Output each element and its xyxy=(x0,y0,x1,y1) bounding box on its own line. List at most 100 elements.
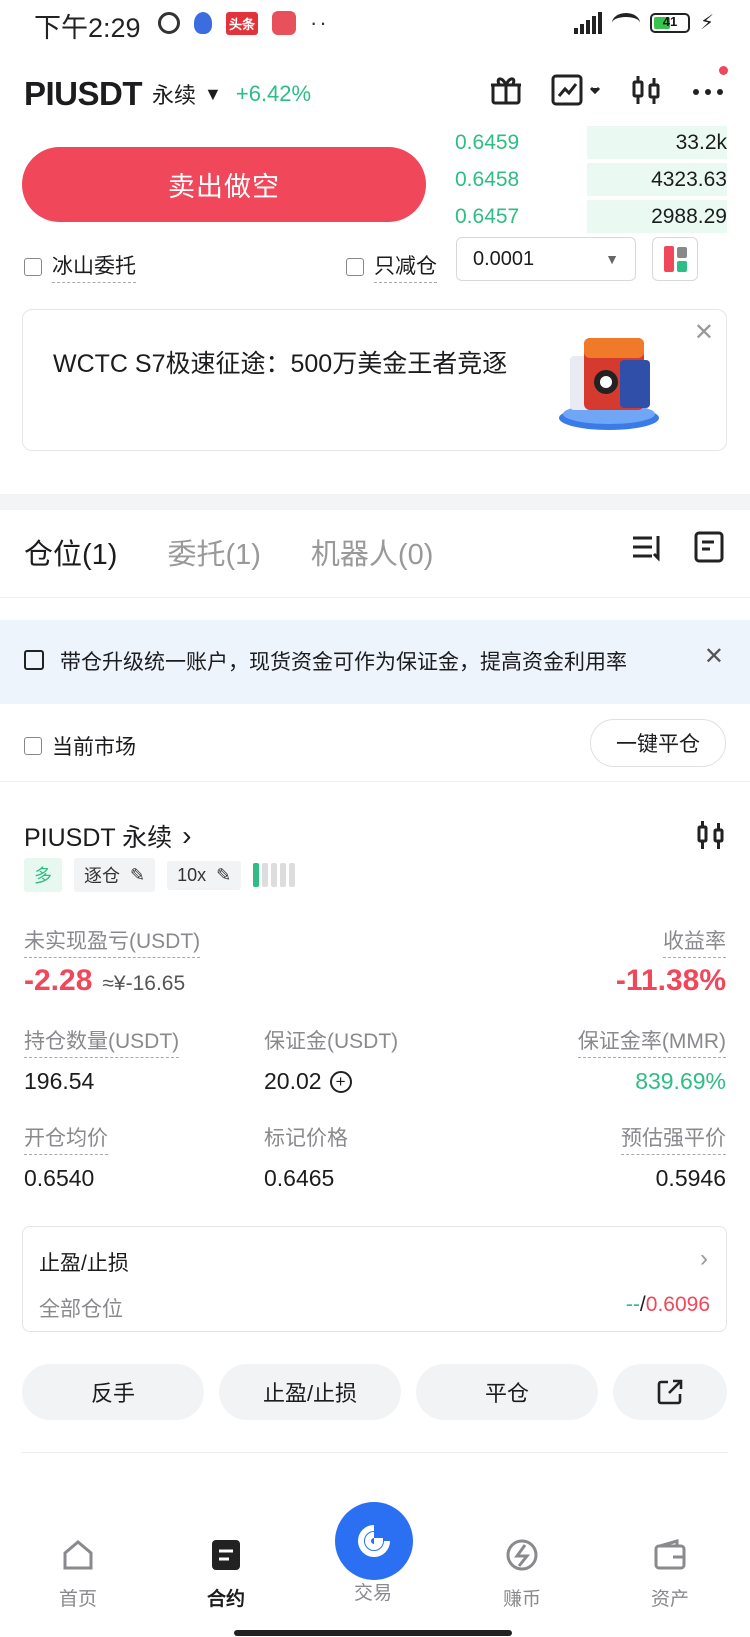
nav-home-label: 首页 xyxy=(58,1589,97,1610)
margin-mode-label: 逐仓 xyxy=(84,866,120,886)
tab-orders[interactable]: 委托(1) xyxy=(167,531,260,573)
roe-label[interactable]: 收益率 xyxy=(663,925,726,958)
nav-earn[interactable]: 赚币 xyxy=(472,1538,572,1611)
pair-dropdown-icon[interactable]: ▼ xyxy=(204,84,222,105)
candlestick-icon[interactable] xyxy=(628,72,664,108)
side-badge: 多 xyxy=(24,858,62,892)
tick-size-select[interactable]: 0.0001 ▼ xyxy=(456,237,636,281)
nav-assets[interactable]: 资产 xyxy=(620,1538,720,1611)
notice-text: 带仓升级统一账户，现货资金可作为保证金，提高资金利用率 xyxy=(60,651,627,674)
battery-level: 41 xyxy=(662,13,678,29)
history-document-icon[interactable] xyxy=(692,530,726,564)
current-market-label: 当前市场 xyxy=(52,736,136,759)
banner-close-icon[interactable]: ✕ xyxy=(694,318,714,347)
dropdown-arrow-icon: ▼ xyxy=(605,251,619,267)
chevron-right-icon: › xyxy=(700,1245,708,1272)
reduce-only-option[interactable]: 只减仓 xyxy=(346,250,437,283)
position-size-label[interactable]: 持仓数量(USDT) xyxy=(24,1025,180,1058)
system-icons: 41 ⚡ xyxy=(573,10,714,35)
nav-home[interactable]: 首页 xyxy=(28,1538,128,1611)
charging-icon: ⚡ xyxy=(699,12,714,34)
pair-symbol[interactable]: PIUSDT xyxy=(24,75,143,113)
nav-futures[interactable]: 合约 xyxy=(176,1538,276,1611)
promo-banner[interactable]: WCTC S7极速征途：500万美金王者竞逐 ✕ xyxy=(22,309,727,451)
leverage-label: 10x xyxy=(177,864,207,885)
status-bar: 下午2:29 头条 ·· 41 ⚡ xyxy=(0,0,750,44)
leverage-tag[interactable]: 10x ✎ xyxy=(167,860,242,890)
chart-toggle-icon[interactable] xyxy=(550,72,602,108)
notice-close-icon[interactable]: ✕ xyxy=(704,642,724,671)
nav-trade-label-wrap[interactable]: 交易 xyxy=(323,1578,423,1605)
tpsl-scope: 全部仓位 xyxy=(39,1298,123,1321)
orderbook-row[interactable]: 0.6459 33.2k xyxy=(455,124,727,161)
liq-price-label[interactable]: 预估强平价 xyxy=(621,1122,726,1155)
divider xyxy=(0,597,750,598)
gift-icon[interactable] xyxy=(488,72,524,108)
wallet-icon xyxy=(654,1538,686,1570)
divider xyxy=(0,781,750,782)
position-size-value: 196.54 xyxy=(24,1068,95,1094)
contract-type[interactable]: 永续 xyxy=(152,78,196,110)
divider xyxy=(22,1452,728,1453)
reduce-only-label: 只减仓 xyxy=(374,250,437,283)
add-margin-icon[interactable]: + xyxy=(329,1070,352,1093)
sort-icon[interactable] xyxy=(630,530,664,564)
futures-doc-icon xyxy=(212,1540,240,1570)
reduce-only-checkbox[interactable] xyxy=(346,257,364,276)
trade-center-button[interactable] xyxy=(335,1502,413,1580)
tpsl-button[interactable]: 止盈/止损 xyxy=(219,1364,401,1420)
orderbook-qty: 33.2k xyxy=(675,130,727,154)
entry-price-label[interactable]: 开仓均价 xyxy=(24,1122,108,1155)
nav-trade-label: 交易 xyxy=(353,1583,392,1604)
price-change: +6.42% xyxy=(235,81,312,106)
sell-short-button[interactable]: 卖出做空 xyxy=(22,147,426,222)
battery-icon: 41 xyxy=(649,12,690,33)
notification-icons: 头条 ·· xyxy=(158,10,329,36)
close-position-button[interactable]: 平仓 xyxy=(416,1364,598,1420)
iceberg-checkbox[interactable] xyxy=(24,257,42,276)
signal-icon xyxy=(573,11,602,34)
orderbook-price: 0.6459 xyxy=(455,130,520,154)
alarm-icon xyxy=(158,12,180,34)
margin-value-group: 20.02 + xyxy=(264,1068,352,1095)
share-icon xyxy=(657,1379,683,1405)
more-menu-icon[interactable] xyxy=(690,66,728,108)
margin-mode-tag[interactable]: 逐仓 ✎ xyxy=(74,858,156,892)
mmr-label[interactable]: 保证金率(MMR) xyxy=(577,1025,726,1058)
tpsl-values: --/0.6096 xyxy=(625,1293,710,1316)
orderbook-row[interactable]: 0.6457 2988.29 xyxy=(455,198,727,235)
status-time: 下午2:29 xyxy=(34,13,141,43)
tpsl-panel[interactable]: 止盈/止损 › 全部仓位 --/0.6096 xyxy=(22,1226,727,1332)
nav-futures-label: 合约 xyxy=(206,1589,245,1610)
toutiao-icon: 头条 xyxy=(226,11,259,35)
unrealized-pnl-label[interactable]: 未实现盈亏(USDT) xyxy=(24,925,201,958)
nav-assets-label: 资产 xyxy=(650,1589,689,1610)
reverse-button[interactable]: 反手 xyxy=(22,1364,204,1420)
iceberg-order-option[interactable]: 冰山委托 xyxy=(24,250,136,283)
nav-earn-label: 赚币 xyxy=(502,1589,541,1610)
adl-indicator[interactable] xyxy=(253,863,296,887)
orderbook-row[interactable]: 0.6458 4323.63 xyxy=(455,161,727,198)
sl-value: 0.6096 xyxy=(645,1293,710,1316)
current-market-checkbox[interactable] xyxy=(24,737,42,755)
upgrade-icon xyxy=(24,650,44,670)
more-notifications-icon: ·· xyxy=(310,10,329,35)
share-button[interactable] xyxy=(613,1364,727,1420)
position-chart-icon[interactable] xyxy=(696,818,726,852)
tpsl-title: 止盈/止损 xyxy=(39,1252,129,1275)
position-title[interactable]: PIUSDT 永续 › xyxy=(24,818,192,854)
margin-label: 保证金(USDT) xyxy=(264,1030,399,1053)
tab-bots[interactable]: 机器人(0) xyxy=(311,531,433,573)
order-book: 0.6459 33.2k 0.6458 4323.63 0.6457 2988.… xyxy=(455,124,727,235)
edit-pencil-icon: ✎ xyxy=(216,864,232,885)
notification-dot xyxy=(719,66,728,75)
orderbook-layout-button[interactable] xyxy=(652,237,698,281)
upgrade-notice[interactable]: 带仓升级统一账户，现货资金可作为保证金，提高资金利用率 ✕ xyxy=(0,620,750,704)
current-market-filter[interactable]: 当前市场 xyxy=(24,731,136,761)
close-all-button[interactable]: 一键平仓 xyxy=(590,719,726,767)
home-icon xyxy=(63,1540,93,1570)
mark-price-label: 标记价格 xyxy=(264,1127,348,1150)
unrealized-pnl-cny: ≈¥-16.65 xyxy=(102,972,186,995)
unrealized-pnl-value: -2.28 xyxy=(24,964,93,997)
tab-positions[interactable]: 仓位(1) xyxy=(24,531,117,573)
